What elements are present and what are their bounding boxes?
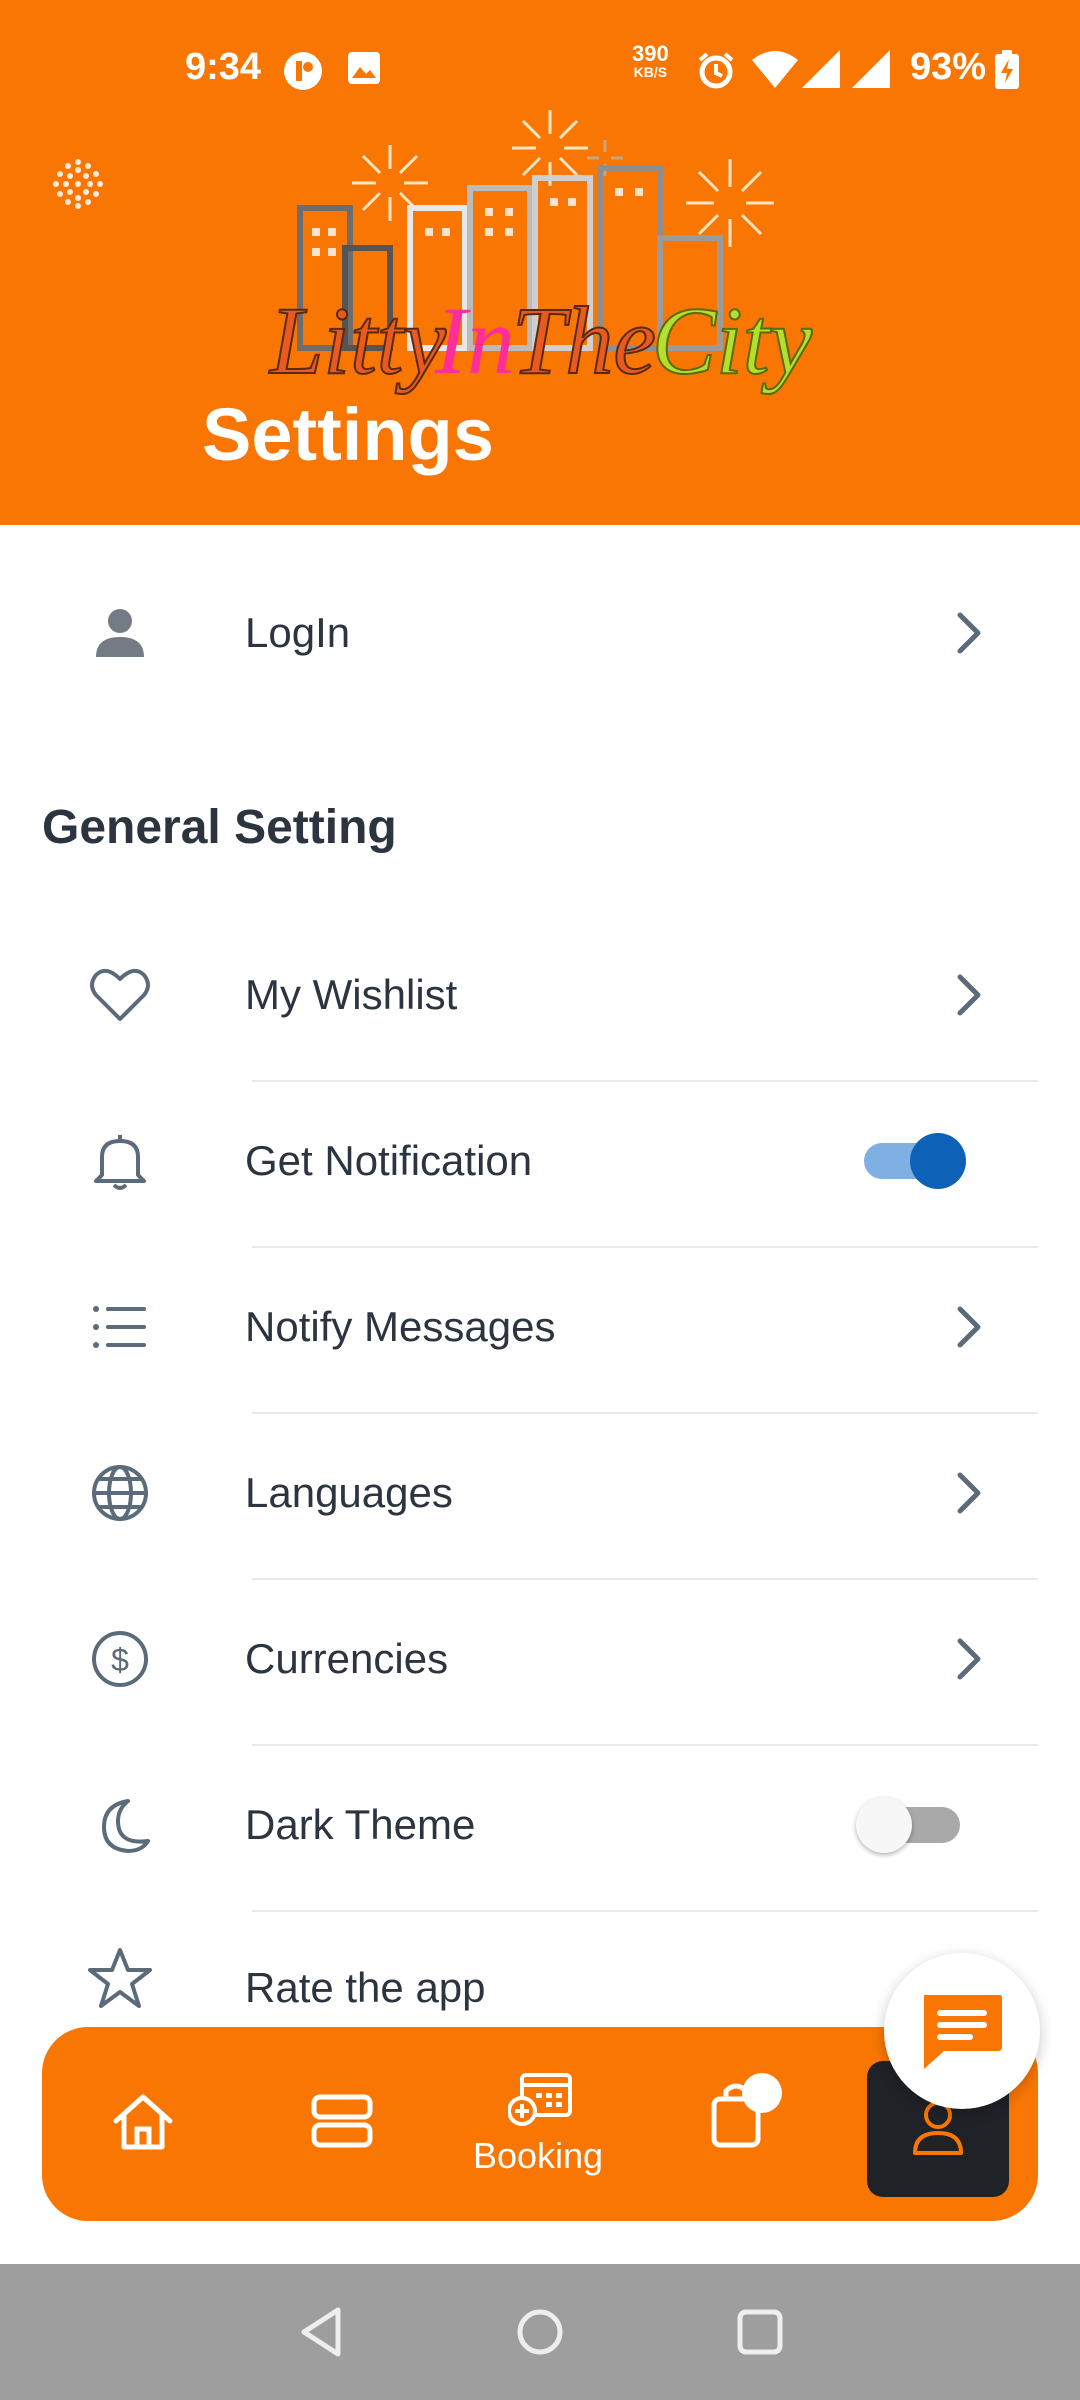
- heart-icon: [90, 968, 150, 1021]
- nav-booking-label: Booking: [472, 2135, 604, 2176]
- dark-theme-label: Dark Theme: [245, 1801, 476, 1848]
- svg-text:$: $: [111, 1642, 129, 1678]
- dots-menu-icon[interactable]: [52, 158, 104, 210]
- chevron-right-icon: [957, 1638, 981, 1680]
- list-icon: [93, 1306, 146, 1348]
- nav-bag[interactable]: [692, 2027, 802, 2221]
- back-icon[interactable]: [298, 2306, 344, 2358]
- wishlist-row[interactable]: My Wishlist: [0, 912, 1080, 1078]
- toggle-knob: [856, 1797, 912, 1853]
- chevron-right-icon: [957, 1472, 981, 1514]
- dark-theme-row[interactable]: Dark Theme: [0, 1742, 1080, 1908]
- globe-icon: [92, 1465, 148, 1521]
- bell-icon: [94, 1135, 146, 1190]
- system-nav-bar: [0, 2264, 1080, 2400]
- signal-icon: [802, 50, 840, 88]
- chat-button[interactable]: [884, 1953, 1040, 2109]
- person-icon: [96, 609, 144, 657]
- status-time: 9:34: [185, 46, 262, 88]
- moon-icon: [102, 1799, 150, 1853]
- wishlist-label: My Wishlist: [245, 971, 458, 1018]
- home-nav-icon[interactable]: [516, 2308, 564, 2356]
- login-row[interactable]: LogIn: [0, 550, 1080, 716]
- chat-icon: [924, 1995, 1002, 2069]
- page-title: Settings: [202, 393, 494, 476]
- notification-toggle[interactable]: [864, 1129, 966, 1193]
- network-speed: 390 KB/S: [632, 41, 669, 82]
- bag-icon: [711, 2073, 782, 2148]
- list-layout-icon: [311, 2094, 373, 2148]
- logo-word-in: In: [434, 287, 515, 394]
- header: 9:34 390 KB/S 93% Litty In The City Sett…: [0, 0, 1080, 525]
- dollar-icon: $: [92, 1631, 148, 1687]
- dark-theme-toggle[interactable]: [856, 1793, 960, 1857]
- nav-home[interactable]: [92, 2027, 192, 2221]
- battery-charging-icon: [995, 50, 1019, 89]
- notification-row[interactable]: Get Notification: [0, 1078, 1080, 1244]
- chevron-right-icon: [957, 1306, 981, 1348]
- notification-label: Get Notification: [245, 1137, 533, 1184]
- home-icon: [113, 2094, 173, 2150]
- section-title-general: General Setting: [42, 801, 397, 854]
- nav-booking[interactable]: Booking: [438, 2027, 638, 2221]
- languages-row[interactable]: Languages: [0, 1410, 1080, 1576]
- nav-listings[interactable]: [292, 2027, 392, 2221]
- recents-icon[interactable]: [736, 2308, 784, 2356]
- litty-in-the-city-logo: Litty In The City: [267, 110, 813, 395]
- wifi-icon: [752, 51, 798, 88]
- alarm-icon: [698, 52, 734, 89]
- toggle-knob: [910, 1133, 966, 1189]
- speed-unit: KB/S: [633, 64, 668, 80]
- login-label: LogIn: [245, 609, 351, 656]
- notify-messages-label: Notify Messages: [245, 1303, 556, 1350]
- signal-icon-2: [852, 50, 890, 88]
- currencies-label: Currencies: [245, 1635, 449, 1682]
- gallery-icon: [348, 52, 380, 84]
- battery-percent: 93%: [910, 46, 987, 88]
- logo-word-litty: Litty: [268, 287, 446, 394]
- calendar-add-icon: [508, 2073, 572, 2126]
- logo-word-the: The: [512, 287, 656, 394]
- currencies-row[interactable]: $ Currencies: [0, 1576, 1080, 1742]
- chevron-right-icon: [957, 612, 981, 654]
- logo-word-city: City: [652, 287, 812, 394]
- rate-app-label: Rate the app: [245, 1964, 486, 2011]
- languages-label: Languages: [245, 1469, 453, 1516]
- status-bar: 9:34 390 KB/S 93%: [0, 42, 1080, 102]
- notify-messages-row[interactable]: Notify Messages: [0, 1244, 1080, 1410]
- star-icon: [88, 1948, 152, 2008]
- speed-value: 390: [632, 41, 669, 66]
- app-notification-icon: [284, 52, 322, 90]
- chevron-right-icon: [957, 974, 981, 1016]
